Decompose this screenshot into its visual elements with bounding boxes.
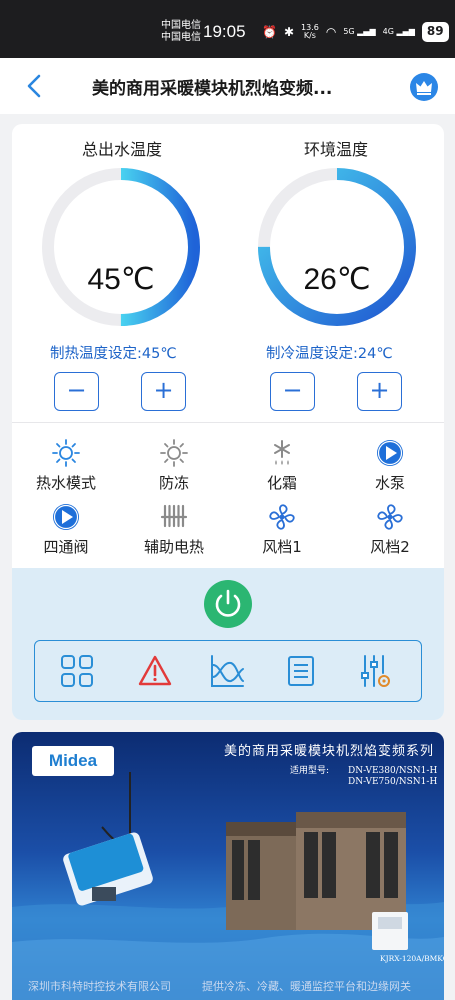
bluetooth-icon: ✱	[283, 25, 295, 39]
signal-1: 5G ▂▄▆	[343, 27, 376, 36]
carrier-2: 中国电信	[161, 32, 201, 43]
function-four-way-valve[interactable]: 四通阀	[16, 502, 116, 557]
function-label: 风档2	[370, 538, 410, 556]
snowflake-drop-icon	[274, 440, 290, 465]
heating-decrease-button[interactable]: −	[54, 372, 99, 411]
banner-model-label: 适用型号:	[290, 766, 330, 776]
control-panel	[12, 568, 444, 720]
function-antifreeze[interactable]: 防冻	[124, 438, 224, 493]
battery-indicator: 89	[421, 22, 449, 42]
gauge-value-outlet-temp: 45℃	[87, 263, 155, 296]
status-bar: 中国电信 中国电信 19:05 ⏰ ✱ 13.6 K/s ◠ 5G ▂▄▆ 4G…	[0, 0, 455, 58]
function-defrost[interactable]: 化霜	[232, 438, 332, 493]
document-icon[interactable]	[283, 653, 319, 689]
banner-footer-company: 深圳市科特时控技术有限公司	[28, 980, 171, 993]
fan-icon	[377, 504, 403, 530]
heating-increase-button[interactable]: +	[141, 372, 186, 411]
power-button[interactable]	[204, 580, 252, 628]
product-banner[interactable]: Midea 美的商用采暖模块机烈焰变频系列 适用型号: DN-VE380/NSN…	[12, 732, 444, 1000]
power-icon	[215, 589, 241, 617]
gauge-value-ambient-temp: 26℃	[303, 263, 371, 296]
play-icon	[53, 504, 79, 530]
gauge-title-ambient-temp: 环境温度	[303, 140, 368, 159]
banner-title: 美的商用采暖模块机烈焰变频系列	[224, 744, 435, 759]
fan-icon	[269, 504, 295, 530]
device-control-card: 总出水温度 45℃ 制热温度设定:45℃ − + 环境温度 26℃ 制冷温度设定…	[12, 124, 444, 720]
carrier-labels: 中国电信 中国电信	[161, 20, 201, 44]
function-label: 风档1	[262, 538, 302, 556]
cooling-decrease-button[interactable]: −	[270, 372, 315, 411]
app-header: 美的商用采暖模块机烈焰变频...	[0, 58, 455, 114]
heater-icon	[160, 504, 188, 528]
gauge-ambient-temp: 26℃	[252, 162, 422, 336]
crown-icon[interactable]	[410, 73, 438, 101]
chevron-left-icon[interactable]	[22, 72, 46, 100]
cooling-setpoint-label: 制冷温度设定:24℃	[266, 346, 393, 362]
gauge-title-outlet-temp: 总出水温度	[81, 140, 162, 159]
function-label: 四通阀	[43, 538, 89, 556]
banner-controller-model: KJRX-120A/BMKO	[380, 954, 444, 963]
net-speed: 13.6 K/s	[301, 24, 319, 40]
function-toolbar	[34, 640, 422, 702]
function-label: 热水模式	[35, 474, 96, 492]
midea-logo: Midea	[32, 746, 114, 776]
function-hot-water-mode[interactable]: 热水模式	[16, 438, 116, 493]
signal-2: 4G ▂▄▆	[382, 27, 415, 36]
banner-model-2: DN-VE750/NSN1-H	[348, 777, 438, 787]
function-fan-speed-2[interactable]: 风档2	[340, 502, 440, 557]
sun-icon	[52, 439, 80, 467]
warning-icon[interactable]	[137, 653, 173, 689]
play-icon	[377, 440, 403, 466]
banner-footer-services: 提供冷冻、冷藏、暖通监控平台和边缘网关	[202, 980, 411, 993]
gauge-outlet-temp: 45℃	[36, 162, 206, 336]
function-label: 水泵	[374, 474, 405, 492]
carrier-1: 中国电信	[161, 20, 201, 31]
signal-2-label: 4G	[382, 27, 394, 36]
heating-setpoint-label: 制热温度设定:45℃	[50, 346, 177, 362]
alarm-icon: ⏰	[262, 25, 277, 39]
function-label: 化霜	[266, 474, 297, 492]
function-aux-heater[interactable]: 辅助电热	[124, 502, 224, 557]
function-water-pump[interactable]: 水泵	[340, 438, 440, 493]
function-fan-speed-1[interactable]: 风档1	[232, 502, 332, 557]
signal-1-label: 5G	[343, 27, 355, 36]
wifi-icon: ◠	[325, 25, 337, 39]
banner-model-1: DN-VE380/NSN1-H	[348, 766, 438, 776]
page-title: 美的商用采暖模块机烈焰变频...	[92, 79, 333, 99]
function-label: 辅助电热	[143, 538, 204, 556]
status-icons: ⏰ ✱ 13.6 K/s ◠ 5G ▂▄▆ 4G ▂▄▆ 89	[262, 22, 449, 42]
net-speed-unit: K/s	[303, 31, 316, 40]
function-label: 防冻	[158, 474, 189, 492]
sun-icon	[160, 439, 188, 467]
divider	[12, 422, 444, 423]
clock: 19:05	[203, 22, 246, 41]
settings-sliders-icon[interactable]	[357, 653, 393, 689]
chart-icon[interactable]	[209, 653, 245, 689]
grid-icon[interactable]	[59, 653, 95, 689]
cooling-increase-button[interactable]: +	[357, 372, 402, 411]
